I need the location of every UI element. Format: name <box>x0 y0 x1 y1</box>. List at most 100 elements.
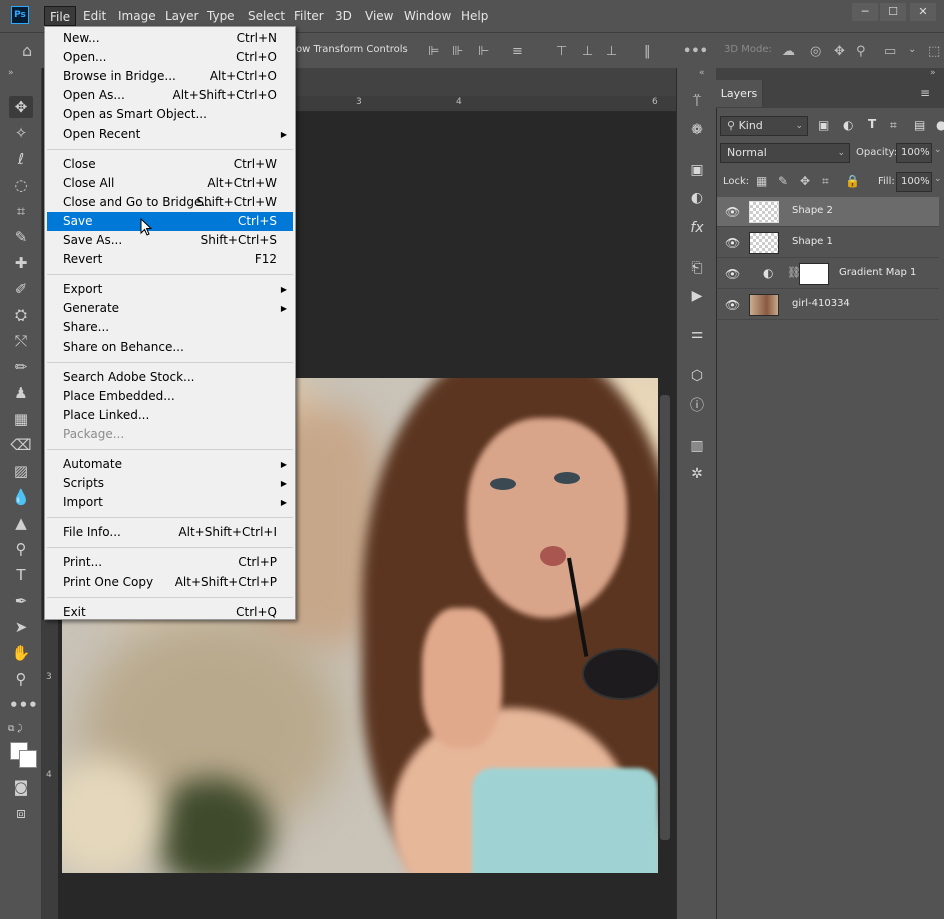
properties-icon[interactable]: ▣ <box>687 160 707 180</box>
menu-item-close[interactable]: Close Ctrl+W <box>47 155 293 174</box>
menu-item-generate[interactable]: Generate ▶ <box>47 299 293 318</box>
menu-edit[interactable]: Edit <box>78 6 111 26</box>
lock-pixels-icon[interactable]: ✎ <box>778 174 788 188</box>
menu-item-save[interactable]: Save Ctrl+S <box>47 211 293 231</box>
3d-rotate-icon[interactable]: ☁ <box>782 44 795 59</box>
layer-name[interactable]: girl-410334 <box>792 298 850 309</box>
screen-mode-icon[interactable]: ⧈ <box>9 802 33 824</box>
clone-stamp-icon[interactable]: ♟ <box>9 382 33 404</box>
zoom-tool-icon[interactable]: ⚲ <box>9 668 33 690</box>
menu-item-open[interactable]: Open... Ctrl+O <box>47 48 293 67</box>
eyedropper-tool-icon[interactable]: ✎ <box>9 226 33 248</box>
history-icon[interactable]: ⎗ <box>687 258 707 278</box>
share-icon[interactable]: ⬚ <box>928 44 940 59</box>
chevron-down-icon[interactable]: ⌄ <box>908 44 916 55</box>
menu-layer[interactable]: Layer <box>160 6 203 26</box>
menu-select[interactable]: Select <box>243 6 290 26</box>
visibility-eye-icon[interactable]: 👁 <box>725 205 740 219</box>
gradient-tool-icon[interactable]: ▨ <box>9 460 33 482</box>
menu-window[interactable]: Window <box>399 6 456 26</box>
menu-type[interactable]: Type <box>202 6 240 26</box>
menu-3d[interactable]: 3D <box>330 6 357 26</box>
layer-name[interactable]: Shape 2 <box>792 205 833 216</box>
fill-field[interactable]: 100% <box>896 172 932 192</box>
align-bottom-icon[interactable]: ⊥ <box>606 44 617 59</box>
lock-transparent-icon[interactable]: ▦ <box>756 174 767 188</box>
menu-item-automate[interactable]: Automate ▶ <box>47 455 293 474</box>
lock-all-icon[interactable]: 🔒 <box>845 174 860 188</box>
layer-row[interactable]: 👁 girl-410334 <box>717 290 939 320</box>
menu-item-new[interactable]: New... Ctrl+N <box>47 29 293 48</box>
lock-artboard-icon[interactable]: ⌗ <box>822 174 829 189</box>
visibility-eye-icon[interactable]: 👁 <box>725 298 740 312</box>
menu-view[interactable]: View <box>360 6 398 26</box>
align-right-icon[interactable]: ⊩ <box>478 44 489 59</box>
maximize-button[interactable]: ☐ <box>880 3 906 21</box>
pen-tool-icon[interactable]: ✒ <box>9 590 33 612</box>
menu-item-browse-in-bridge[interactable]: Browse in Bridge... Alt+Ctrl+O <box>47 67 293 86</box>
menu-item-revert[interactable]: Revert F12 <box>47 250 293 269</box>
healing-brush-icon[interactable]: ✚ <box>9 252 33 274</box>
eraser-tool-icon[interactable]: ⌫ <box>9 434 33 456</box>
menu-item-import[interactable]: Import ▶ <box>47 493 293 512</box>
menu-item-open-as-smart-object[interactable]: Open as Smart Object... <box>47 105 293 124</box>
menu-filter[interactable]: Filter <box>289 6 329 26</box>
filter-smart-object-icon[interactable]: ▤ <box>914 118 925 132</box>
more-tools-icon[interactable]: ••• <box>9 694 38 716</box>
adjustments-icon[interactable]: ◐ <box>687 188 707 208</box>
filter-type-icon[interactable]: T <box>868 117 876 131</box>
menu-image[interactable]: Image <box>113 6 161 26</box>
menu-item-share-on-behance[interactable]: Share on Behance... <box>47 338 293 357</box>
layer-name[interactable]: Gradient Map 1 <box>839 267 916 278</box>
menu-item-place-embedded[interactable]: Place Embedded... <box>47 387 293 406</box>
layer-name[interactable]: Shape 1 <box>792 236 833 247</box>
menu-item-file-info[interactable]: File Info... Alt+Shift+Ctrl+I <box>47 523 293 542</box>
lasso-tool-icon[interactable]: ℓ <box>9 148 33 170</box>
menu-item-share[interactable]: Share... <box>47 318 293 337</box>
3d-pan-icon[interactable]: ✥ <box>834 44 845 59</box>
collapse-panel-icon[interactable]: » <box>930 68 936 78</box>
actions-icon[interactable]: ▶ <box>687 286 707 306</box>
filter-kind-select[interactable]: ⚲ Kind ⌄ <box>720 116 808 136</box>
menu-item-open-recent[interactable]: Open Recent ▶ <box>47 125 293 144</box>
dodge-tool-icon[interactable]: ⚲ <box>9 538 33 560</box>
menu-item-open-as[interactable]: Open As... Alt+Shift+Ctrl+O <box>47 86 293 105</box>
menu-item-save-as[interactable]: Save As... Shift+Ctrl+S <box>47 231 293 250</box>
brush-tool-icon[interactable]: ✐ <box>9 278 33 300</box>
artboard-tool-icon[interactable]: ✧ <box>9 122 33 144</box>
filter-shape-icon[interactable]: ⌗ <box>890 118 897 133</box>
swap-colors-icon[interactable]: ⧉ ⤸ <box>8 724 23 734</box>
3d-icon[interactable]: ⬡ <box>687 366 707 386</box>
lock-position-icon[interactable]: ✥ <box>800 174 810 188</box>
close-button[interactable]: ✕ <box>910 3 936 21</box>
align-top-icon[interactable]: ⊤ <box>556 44 567 59</box>
layer-row[interactable]: 👁 Shape 1 <box>717 228 939 258</box>
info-icon[interactable]: ⓘ <box>687 396 707 416</box>
filter-pixel-icon[interactable]: ▣ <box>818 118 829 132</box>
menu-item-scripts[interactable]: Scripts ▶ <box>47 474 293 493</box>
paths-icon[interactable]: ⍡ <box>687 92 707 112</box>
transform-controls-label[interactable]: ow Transform Controls <box>296 44 408 55</box>
panel-menu-icon[interactable]: ≡ <box>920 86 930 100</box>
align-left-icon[interactable]: ⊫ <box>428 44 439 59</box>
3d-roll-icon[interactable]: ◎ <box>810 44 821 59</box>
expand-icon[interactable]: « <box>699 68 705 78</box>
clone-source-icon[interactable]: ⚌ <box>687 324 707 344</box>
hand-tool-icon[interactable]: ✋ <box>9 642 33 664</box>
menu-item-print[interactable]: Print... Ctrl+P <box>47 553 293 572</box>
search-icon[interactable]: ⚲ <box>856 44 866 59</box>
visibility-eye-icon[interactable]: 👁 <box>725 236 740 250</box>
distribute-v-icon[interactable]: ‖ <box>644 44 651 59</box>
navigator-icon[interactable]: ✲ <box>687 464 707 484</box>
path-select-icon[interactable]: ➤ <box>9 616 33 638</box>
vertical-scrollbar[interactable] <box>660 395 670 840</box>
menu-item-export[interactable]: Export ▶ <box>47 280 293 299</box>
pencil-tool-icon[interactable]: ✏ <box>9 356 33 378</box>
layer-row[interactable]: 👁 ◐ ⛓ Gradient Map 1 <box>717 259 939 289</box>
menu-item-close-and-go-to-bridge[interactable]: Close and Go to Bridge... Shift+Ctrl+W <box>47 193 293 212</box>
blend-mode-select[interactable]: Normal ⌄ <box>720 143 850 163</box>
menu-item-print-one-copy[interactable]: Print One Copy Alt+Shift+Ctrl+P <box>47 573 293 592</box>
menu-item-place-linked[interactable]: Place Linked... <box>47 406 293 425</box>
blur-tool-icon[interactable]: 💧 <box>9 486 33 508</box>
history-brush-icon[interactable]: ⤲ <box>9 330 33 352</box>
